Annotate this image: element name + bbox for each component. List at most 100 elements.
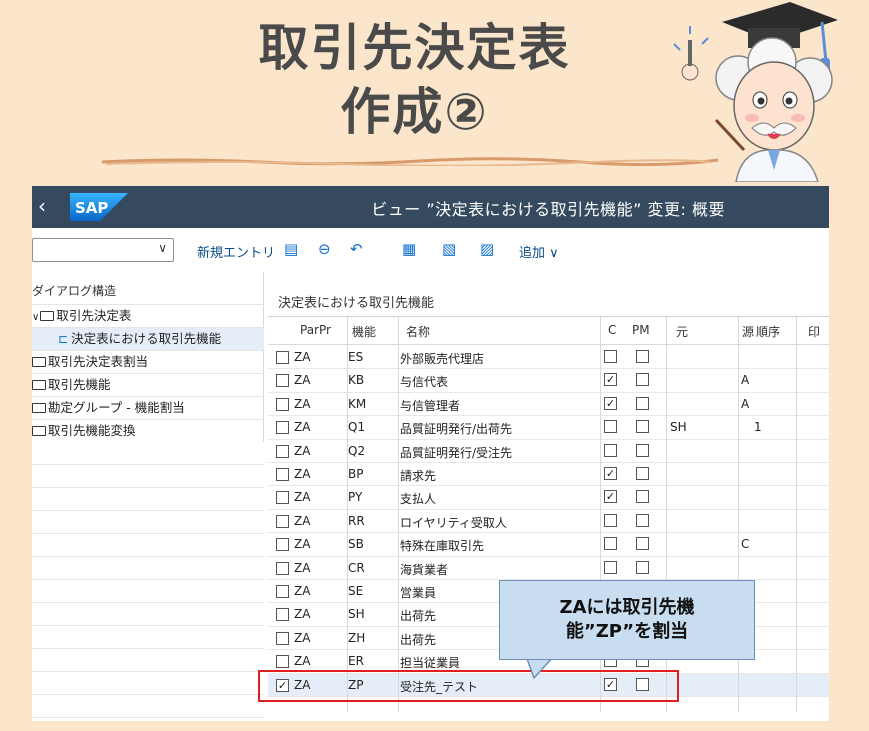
col-header-origin[interactable]: 源 <box>742 323 754 340</box>
checkbox-pm[interactable] <box>636 420 649 434</box>
checkbox-c[interactable] <box>604 420 617 434</box>
row-select-checkbox[interactable] <box>276 351 289 364</box>
checkbox-c[interactable] <box>604 537 617 551</box>
row-select-checkbox[interactable] <box>276 655 289 669</box>
select-all-icon[interactable]: ▦ <box>402 240 416 258</box>
col-header-pm[interactable]: PM <box>632 323 650 337</box>
cell-source[interactable]: SH <box>670 420 687 434</box>
checkbox-c[interactable] <box>604 443 617 457</box>
checkbox-pm[interactable] <box>636 560 649 574</box>
row-select-checkbox[interactable] <box>276 608 289 622</box>
checkbox-pm[interactable] <box>636 350 649 363</box>
tree-item-partner-functions[interactable]: 取引先機能 <box>32 373 264 396</box>
undo-icon[interactable]: ↶ <box>350 240 363 258</box>
cell-function[interactable]: ZH <box>348 631 365 645</box>
cell-name[interactable]: 与信管理者 <box>400 397 460 414</box>
tree-item-procedure-assignment[interactable]: 取引先決定表割当 <box>32 350 264 373</box>
table-row[interactable]: ZA KB 与信代表 ✓ A <box>268 369 829 393</box>
cell-name[interactable]: 特殊在庫取引先 <box>400 537 484 554</box>
table-row[interactable]: ZA ES 外部販売代理店 <box>268 346 829 370</box>
table-row[interactable]: ZA CR 海貨業者 <box>268 557 829 580</box>
deselect-all-icon[interactable]: ▨ <box>480 240 494 258</box>
row-select-checkbox[interactable] <box>276 631 289 645</box>
row-select-checkbox[interactable] <box>276 468 289 481</box>
row-select-checkbox[interactable] <box>276 561 289 575</box>
col-header-function[interactable]: 機能 <box>352 323 376 340</box>
row-select-checkbox[interactable] <box>276 374 289 388</box>
checkbox-pm[interactable] <box>636 467 649 480</box>
row-select-checkbox[interactable] <box>276 538 289 552</box>
table-row[interactable]: ZA RR ロイヤリティ受取人 <box>268 510 829 534</box>
cell-function[interactable]: BP <box>348 467 363 481</box>
tree-item-partner-determination[interactable]: ∨ 取引先決定表 <box>32 304 264 327</box>
row-select-checkbox[interactable] <box>276 397 289 411</box>
cell-function[interactable]: Q1 <box>348 420 365 434</box>
cell-origin[interactable]: A <box>741 397 749 411</box>
cell-function[interactable]: SE <box>348 584 363 598</box>
cell-name[interactable]: ロイヤリティ受取人 <box>400 514 507 531</box>
cell-origin[interactable]: A <box>741 373 749 387</box>
checkbox-c[interactable] <box>604 513 617 527</box>
cell-function[interactable]: KM <box>348 397 366 411</box>
checkbox-pm[interactable] <box>636 443 649 457</box>
cell-sequence[interactable]: 1 <box>754 420 762 434</box>
cell-function[interactable]: PY <box>348 490 362 504</box>
checkbox-c[interactable]: ✓ <box>604 490 617 504</box>
table-row[interactable]: ZA Q2 品質証明発行/受注先 <box>268 440 829 463</box>
checkbox-c[interactable]: ✓ <box>604 396 617 410</box>
checkbox-c[interactable]: ✓ <box>604 467 617 480</box>
cell-name[interactable]: 外部販売代理店 <box>400 350 484 367</box>
cell-function[interactable]: ES <box>348 350 363 364</box>
cell-name[interactable]: 品質証明発行/受注先 <box>400 444 512 461</box>
col-header-c[interactable]: C <box>608 323 616 337</box>
col-header-source[interactable]: 元 <box>676 323 688 340</box>
col-header-sequence[interactable]: 順序 <box>756 323 780 340</box>
cell-origin[interactable]: C <box>741 537 749 551</box>
col-header-parpr[interactable]: ParPr <box>300 323 331 337</box>
tree-item-account-group-assignment[interactable]: 勘定グループ - 機能割当 <box>32 396 264 419</box>
cell-name[interactable]: 出荷先 <box>400 631 436 648</box>
table-row[interactable]: ZA Q1 品質証明発行/出荷先 SH 1 <box>268 416 829 440</box>
checkbox-pm[interactable] <box>636 537 649 551</box>
cell-name[interactable]: 営業員 <box>400 584 436 601</box>
checkbox-c[interactable] <box>604 560 617 574</box>
table-row[interactable]: ZA KM 与信管理者 ✓ A <box>268 393 829 417</box>
cell-function[interactable]: RR <box>348 514 365 528</box>
tree-item-partner-functions-in-procedure[interactable]: ⊏ 決定表における取引先機能 <box>32 327 264 350</box>
cell-name[interactable]: 担当従業員 <box>400 654 460 671</box>
back-button[interactable]: ‹ <box>38 194 46 218</box>
row-select-checkbox[interactable] <box>276 514 289 528</box>
delete-icon[interactable]: ⊖ <box>318 240 331 258</box>
cell-name[interactable]: 与信代表 <box>400 373 448 390</box>
cell-name[interactable]: 請求先 <box>400 467 436 484</box>
checkbox-pm[interactable] <box>636 513 649 527</box>
row-select-checkbox[interactable] <box>276 585 289 598</box>
checkbox-pm[interactable] <box>636 373 649 387</box>
select-block-icon[interactable]: ▧ <box>442 240 456 258</box>
row-select-checkbox[interactable] <box>276 491 289 505</box>
checkbox-c[interactable] <box>604 350 617 363</box>
table-row[interactable]: ZA BP 請求先 ✓ <box>268 463 829 487</box>
cell-function[interactable]: SB <box>348 537 364 551</box>
cell-name[interactable]: 支払人 <box>400 490 436 507</box>
row-select-checkbox[interactable] <box>276 421 289 435</box>
checkbox-c[interactable]: ✓ <box>604 373 617 387</box>
checkbox-pm[interactable] <box>636 396 649 410</box>
cell-function[interactable]: CR <box>348 561 365 575</box>
tree-item-function-conversion[interactable]: 取引先機能変換 <box>32 419 264 442</box>
new-entry-button[interactable]: 新規エントリ <box>197 242 275 261</box>
table-row[interactable]: ZA PY 支払人 ✓ <box>268 486 829 510</box>
col-header-print[interactable]: 印 <box>808 323 820 340</box>
cell-name[interactable]: 品質証明発行/出荷先 <box>400 420 512 437</box>
cell-function[interactable]: KB <box>348 373 364 387</box>
cell-name[interactable]: 海貨業者 <box>400 561 448 578</box>
copy-icon[interactable]: ▤ <box>284 240 298 258</box>
table-row[interactable]: ZA SB 特殊在庫取引先 C <box>268 533 829 557</box>
cell-function[interactable]: Q2 <box>348 444 365 458</box>
cell-name[interactable]: 出荷先 <box>400 607 436 624</box>
add-menu-button[interactable]: 追加 ∨ <box>519 242 559 261</box>
col-header-name[interactable]: 名称 <box>406 323 430 340</box>
cell-function[interactable]: ER <box>348 654 364 668</box>
checkbox-pm[interactable] <box>636 490 649 504</box>
command-select[interactable]: ∨ <box>32 238 174 262</box>
